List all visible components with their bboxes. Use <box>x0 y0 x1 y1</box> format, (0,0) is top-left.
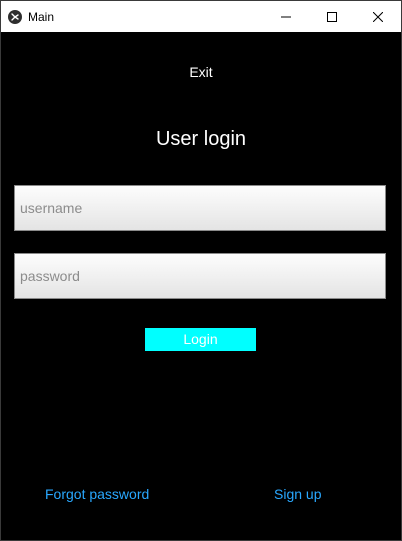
username-input[interactable] <box>14 185 386 231</box>
exit-button[interactable]: Exit <box>161 60 241 84</box>
page-title: User login <box>155 128 247 150</box>
window-controls <box>263 1 401 32</box>
app-window: Main Exit User login username Login Forg… <box>0 0 402 541</box>
minimize-button[interactable] <box>263 1 309 32</box>
password-input[interactable] <box>14 253 386 299</box>
kivy-icon <box>8 9 22 24</box>
title-bar[interactable]: Main <box>1 1 401 32</box>
close-icon <box>373 11 383 22</box>
close-button[interactable] <box>355 1 401 32</box>
window-title: Main <box>28 9 55 24</box>
minimize-icon <box>281 16 291 17</box>
login-button[interactable]: Login <box>145 328 256 351</box>
maximize-button[interactable] <box>309 1 355 32</box>
maximize-icon <box>327 11 337 22</box>
sign-up-link[interactable]: Sign up <box>274 484 321 504</box>
forgot-password-link[interactable]: Forgot password <box>45 484 149 504</box>
login-screen: Exit User login Login Forgot password Si… <box>1 32 401 540</box>
